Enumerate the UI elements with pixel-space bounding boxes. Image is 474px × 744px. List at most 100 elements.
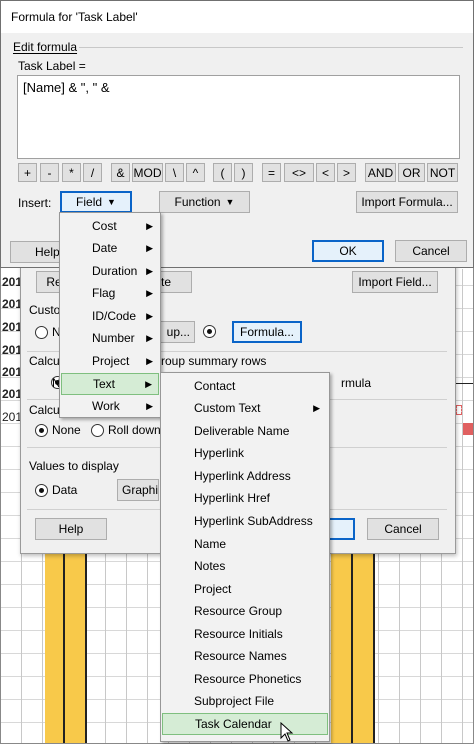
field-button-label: Field	[76, 195, 103, 209]
radio-icon[interactable]	[35, 325, 48, 339]
submenu-item-contact[interactable]: Contact	[162, 375, 328, 397]
submenu-item-hyperlink-href[interactable]: Hyperlink Href	[162, 487, 328, 509]
submenu-item-deliverable-name[interactable]: Deliverable Name	[162, 420, 328, 442]
formula-button[interactable]: Formula...	[232, 321, 302, 343]
chevron-right-icon: ▶	[146, 287, 153, 298]
roll-down-label: Roll down	[108, 423, 161, 437]
cancel-button[interactable]: Cancel	[395, 240, 467, 262]
none-option[interactable]: None	[35, 423, 81, 437]
submenu-item-label: Hyperlink Href	[194, 491, 271, 505]
operator-multiply-button[interactable]: *	[62, 163, 81, 182]
menu-item-label: Duration	[92, 264, 138, 278]
submenu-item-label: Task Calendar	[195, 717, 272, 731]
submenu-item-hyperlink[interactable]: Hyperlink	[162, 442, 328, 464]
submenu-item-resource-group[interactable]: Resource Group	[162, 600, 328, 622]
submenu-item-resource-names[interactable]: Resource Names	[162, 645, 328, 667]
menu-item-label: Text	[93, 377, 116, 391]
submenu-item-project[interactable]: Project	[162, 578, 328, 600]
lookup-button[interactable]: up...	[159, 321, 195, 343]
roll-down-option[interactable]: Roll down	[91, 423, 161, 437]
menu-item-label: Project	[92, 354, 130, 368]
group-summary-text: roup summary rows	[161, 354, 267, 368]
graphical-indicators-button[interactable]: Graphi	[117, 479, 159, 501]
menu-item-text[interactable]: Text ▶	[61, 373, 159, 395]
operator-power-button[interactable]: ^	[186, 163, 205, 182]
menu-item-number[interactable]: Number ▶	[61, 327, 159, 349]
none-attribute-option[interactable]: N	[35, 325, 61, 339]
menu-item-label: Date	[92, 241, 118, 255]
operator-or-button[interactable]: OR	[398, 163, 425, 182]
radio-icon[interactable]	[35, 423, 48, 437]
submenu-item-label: Resource Phonetics	[194, 672, 302, 686]
operator-open-paren-button[interactable]: (	[213, 163, 232, 182]
submenu-item-label: Resource Names	[194, 649, 287, 663]
chevron-right-icon: ▶	[145, 378, 152, 389]
operator-minus-button[interactable]: -	[40, 163, 59, 182]
ok-button[interactable]: OK	[312, 240, 384, 262]
submenu-item-hyperlink-subaddress[interactable]: Hyperlink SubAddress	[162, 510, 328, 532]
menu-item-id-code[interactable]: ID/Code ▶	[61, 305, 159, 327]
menu-item-work[interactable]: Work ▶	[61, 395, 159, 417]
formula-editor[interactable]: [Name] & ", " &	[17, 75, 460, 159]
text-field-submenu: Contact Custom Text ▶ Deliverable Name H…	[160, 372, 330, 742]
submenu-item-name[interactable]: Name	[162, 533, 328, 555]
radio-icon[interactable]	[35, 483, 48, 497]
submenu-item-label: Resource Initials	[194, 627, 283, 641]
operator-and-button[interactable]: AND	[365, 163, 396, 182]
chevron-right-icon: ▶	[313, 402, 320, 413]
operator-not-equal-button[interactable]: <>	[284, 163, 314, 182]
none-label: None	[52, 423, 81, 437]
operator-concat-button[interactable]: &	[111, 163, 130, 182]
data-label: Data	[52, 483, 78, 497]
calculation-summary-label: Calcul	[29, 354, 63, 368]
submenu-item-resource-initials[interactable]: Resource Initials	[162, 623, 328, 645]
import-formula-button[interactable]: Import Formula...	[356, 191, 458, 213]
submenu-item-label: Resource Group	[194, 604, 283, 618]
menu-item-cost[interactable]: Cost ▶	[61, 215, 159, 237]
chevron-right-icon: ▶	[146, 265, 153, 276]
menu-item-project[interactable]: Project ▶	[61, 350, 159, 372]
back-cancel-button[interactable]: Cancel	[367, 518, 439, 540]
operator-plus-button[interactable]: +	[18, 163, 37, 182]
operator-not-button[interactable]: NOT	[427, 163, 458, 182]
field-name-label: Task Label =	[18, 59, 86, 73]
submenu-item-label: Hyperlink Address	[194, 469, 291, 483]
function-menu-button[interactable]: Function ▼	[159, 191, 250, 213]
operator-close-paren-button[interactable]: )	[234, 163, 253, 182]
operator-mod-button[interactable]: MOD	[132, 163, 163, 182]
submenu-item-resource-phonetics[interactable]: Resource Phonetics	[162, 668, 328, 690]
submenu-item-hyperlink-address[interactable]: Hyperlink Address	[162, 465, 328, 487]
submenu-item-custom-text[interactable]: Custom Text ▶	[162, 397, 328, 419]
submenu-item-label: Contact	[194, 379, 236, 393]
operator-greater-than-button[interactable]: >	[337, 163, 356, 182]
menu-item-flag[interactable]: Flag ▶	[61, 282, 159, 304]
delete-button[interactable]: te	[156, 271, 192, 293]
field-dropdown-menu: Cost ▶ Date ▶ Duration ▶ Flag ▶ ID/Code …	[59, 212, 161, 418]
menu-item-duration[interactable]: Duration ▶	[61, 260, 159, 282]
submenu-item-label: Notes	[194, 559, 226, 573]
dialog-title-bar[interactable]: Formula for 'Task Label'	[1, 1, 473, 33]
data-option[interactable]: Data	[35, 483, 77, 497]
dialog-title: Formula for 'Task Label'	[11, 10, 138, 24]
operator-less-than-button[interactable]: <	[316, 163, 335, 182]
operator-int-divide-button[interactable]: \	[165, 163, 184, 182]
chevron-right-icon: ▶	[146, 400, 153, 411]
submenu-item-label: Project	[194, 582, 232, 596]
operator-equals-button[interactable]: =	[262, 163, 281, 182]
submenu-item-notes[interactable]: Notes	[162, 555, 328, 577]
submenu-item-subproject-file[interactable]: Subproject File	[162, 690, 328, 712]
custom-attributes-label: Custo	[29, 303, 61, 317]
formula-radio[interactable]	[203, 325, 216, 338]
menu-item-date[interactable]: Date ▶	[61, 237, 159, 259]
operator-divide-button[interactable]: /	[83, 163, 102, 182]
submenu-item-task-calendar[interactable]: Task Calendar	[162, 713, 328, 735]
import-field-button[interactable]: Import Field...	[352, 271, 438, 293]
calculation-assignment-label: Calcul	[29, 403, 63, 417]
menu-item-label: Number	[92, 331, 135, 345]
radio-icon[interactable]	[91, 423, 104, 437]
help-button[interactable]: Help	[10, 241, 62, 263]
field-menu-button[interactable]: Field ▼	[60, 191, 132, 213]
back-help-button[interactable]: Help	[35, 518, 107, 540]
gantt-link-marker	[456, 405, 462, 415]
chevron-right-icon: ▶	[146, 220, 153, 231]
